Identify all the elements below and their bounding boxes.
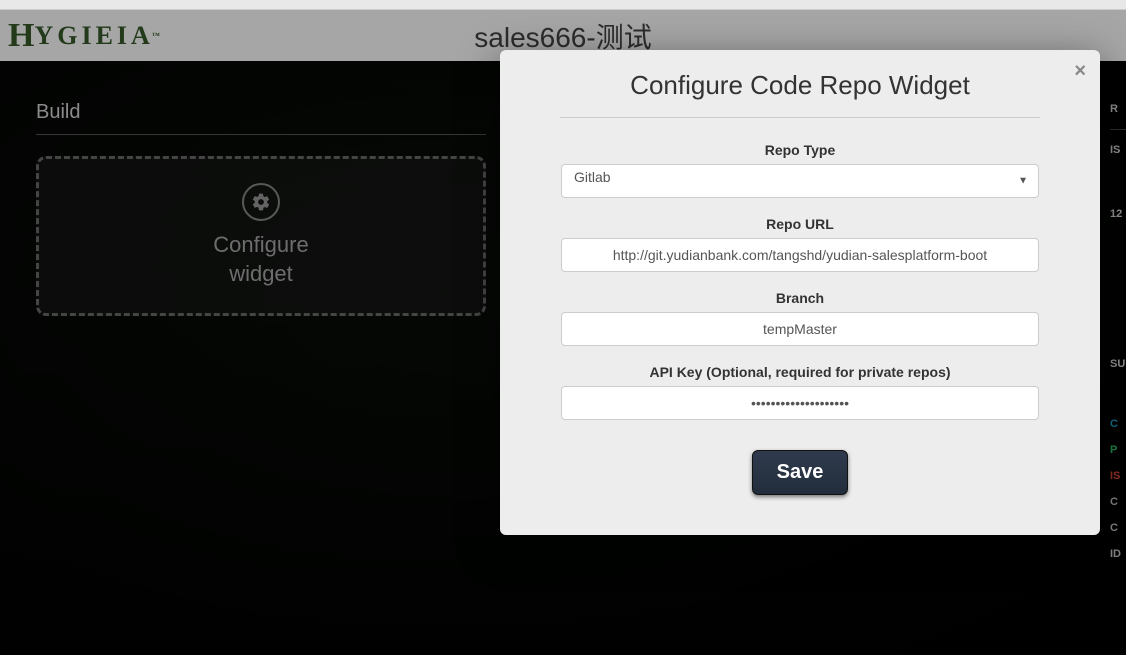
app-root: HYGIEIA™ sales666-测试 Build Configure wid… (0, 10, 1126, 655)
browser-chrome (0, 0, 1126, 10)
api-key-input[interactable] (561, 386, 1039, 420)
repo-type-group: Repo Type Gitlab ▼ (530, 142, 1070, 198)
branch-input[interactable] (561, 312, 1039, 346)
chevron-down-icon: ▼ (1018, 176, 1028, 187)
repo-url-input[interactable] (561, 238, 1039, 272)
branch-group: Branch (530, 290, 1070, 346)
api-key-label: API Key (Optional, required for private … (530, 364, 1070, 380)
close-icon[interactable]: × (1074, 60, 1086, 83)
repo-url-group: Repo URL (530, 216, 1070, 272)
save-button[interactable]: Save (752, 450, 849, 495)
repo-type-label: Repo Type (530, 142, 1070, 158)
repo-type-select[interactable]: Gitlab ▼ (561, 164, 1039, 198)
branch-label: Branch (530, 290, 1070, 306)
repo-url-label: Repo URL (530, 216, 1070, 232)
modal-title: Configure Code Repo Widget (560, 70, 1040, 118)
configure-code-repo-modal: × Configure Code Repo Widget Repo Type G… (500, 50, 1100, 535)
api-key-group: API Key (Optional, required for private … (530, 364, 1070, 420)
